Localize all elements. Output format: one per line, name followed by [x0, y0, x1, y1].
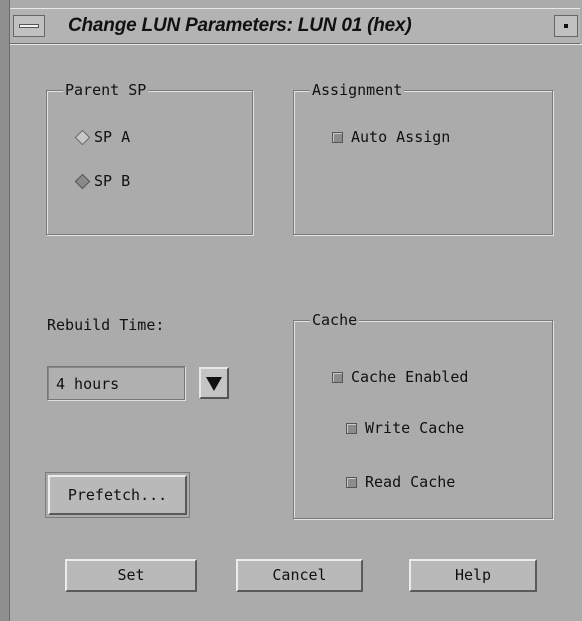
cancel-button[interactable]: Cancel [236, 559, 363, 592]
window-title: Change LUN Parameters: LUN 01 (hex) [68, 15, 412, 36]
write-cache-box[interactable] [346, 423, 357, 434]
cache-legend: Cache [310, 311, 360, 329]
parent-sp-group: Parent SP SP A SP B [46, 81, 253, 235]
read-cache-box[interactable] [346, 477, 357, 488]
set-button[interactable]: Set [65, 559, 197, 592]
assignment-group: Assignment Auto Assign [293, 81, 553, 235]
radio-sp-a[interactable]: SP A [74, 127, 131, 147]
write-cache-label: Write Cache [365, 419, 465, 437]
dropdown-arrow-icon [206, 377, 222, 391]
title-bar[interactable]: Change LUN Parameters: LUN 01 (hex) [10, 8, 580, 44]
cache-enabled-checkbox[interactable]: Cache Enabled [332, 367, 468, 387]
title-separator [10, 44, 582, 45]
help-button[interactable]: Help [409, 559, 537, 592]
parent-sp-legend: Parent SP [63, 81, 149, 99]
prefetch-button[interactable]: Prefetch... [48, 475, 187, 515]
write-cache-checkbox[interactable]: Write Cache [346, 418, 464, 438]
radio-sp-a-label: SP A [94, 128, 131, 146]
minimize-icon[interactable] [554, 15, 578, 37]
window-left-edge [0, 0, 10, 621]
auto-assign-box[interactable] [332, 132, 343, 143]
rebuild-time-dropdown-button[interactable] [199, 367, 229, 399]
window-menu-icon[interactable] [13, 15, 45, 37]
read-cache-label: Read Cache [365, 473, 456, 491]
auto-assign-checkbox[interactable]: Auto Assign [332, 127, 450, 147]
radio-sp-b-indicator[interactable] [74, 173, 91, 190]
dialog-window: Change LUN Parameters: LUN 01 (hex) Pare… [0, 0, 582, 621]
read-cache-checkbox[interactable]: Read Cache [346, 472, 455, 492]
radio-sp-a-indicator[interactable] [74, 129, 91, 146]
rebuild-time-label: Rebuild Time: [47, 316, 165, 334]
rebuild-time-field[interactable]: 4 hours [47, 366, 185, 400]
cache-enabled-box[interactable] [332, 372, 343, 383]
radio-sp-b[interactable]: SP B [74, 171, 131, 191]
radio-sp-b-label: SP B [94, 172, 131, 190]
assignment-legend: Assignment [310, 81, 405, 99]
cache-enabled-label: Cache Enabled [351, 368, 469, 386]
cache-group: Cache Cache Enabled Write Cache Read Cac… [293, 311, 553, 519]
auto-assign-label: Auto Assign [351, 128, 451, 146]
